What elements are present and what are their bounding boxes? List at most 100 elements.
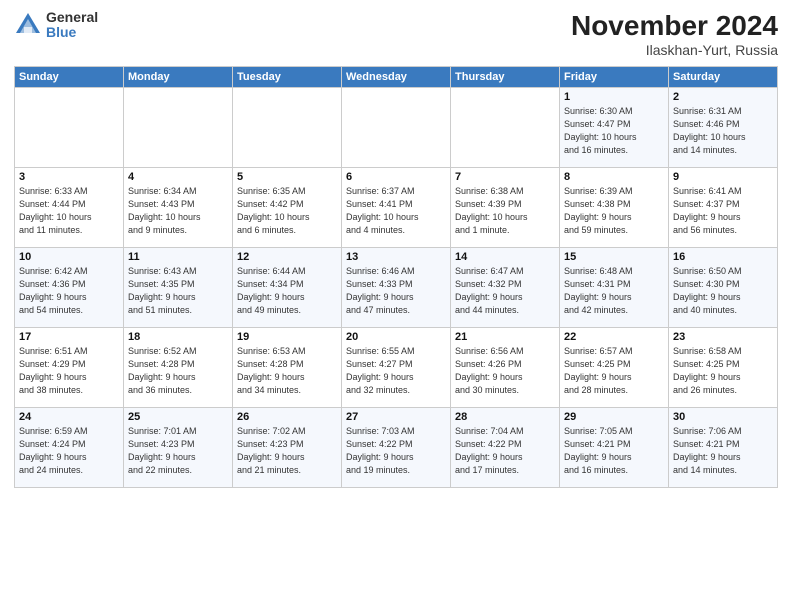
day-info: Sunrise: 6:57 AM Sunset: 4:25 PM Dayligh…	[564, 345, 664, 397]
day-number: 13	[346, 251, 446, 263]
day-info: Sunrise: 6:50 AM Sunset: 4:30 PM Dayligh…	[673, 265, 773, 317]
calendar-cell: 17 Sunrise: 6:51 AM Sunset: 4:29 PM Dayli…	[15, 328, 124, 408]
calendar-cell: 24 Sunrise: 6:59 AM Sunset: 4:24 PM Dayli…	[15, 408, 124, 488]
header-friday: Friday	[560, 67, 669, 88]
day-number: 26	[237, 411, 337, 423]
page: General Blue November 2024 Ilaskhan-Yurt…	[0, 0, 792, 612]
calendar-cell: 6 Sunrise: 6:37 AM Sunset: 4:41 PM Daylig…	[342, 168, 451, 248]
day-info: Sunrise: 7:02 AM Sunset: 4:23 PM Dayligh…	[237, 425, 337, 477]
day-number: 24	[19, 411, 119, 423]
header: General Blue November 2024 Ilaskhan-Yurt…	[14, 10, 778, 58]
day-info: Sunrise: 6:56 AM Sunset: 4:26 PM Dayligh…	[455, 345, 555, 397]
day-number: 30	[673, 411, 773, 423]
day-number: 1	[564, 91, 664, 103]
day-number: 19	[237, 331, 337, 343]
day-info: Sunrise: 7:04 AM Sunset: 4:22 PM Dayligh…	[455, 425, 555, 477]
title-block: November 2024 Ilaskhan-Yurt, Russia	[571, 10, 778, 58]
day-info: Sunrise: 6:34 AM Sunset: 4:43 PM Dayligh…	[128, 185, 228, 237]
calendar-cell: 16 Sunrise: 6:50 AM Sunset: 4:30 PM Dayli…	[669, 248, 778, 328]
calendar-cell: 28 Sunrise: 7:04 AM Sunset: 4:22 PM Dayli…	[451, 408, 560, 488]
day-number: 5	[237, 171, 337, 183]
day-number: 23	[673, 331, 773, 343]
day-number: 6	[346, 171, 446, 183]
day-info: Sunrise: 6:33 AM Sunset: 4:44 PM Dayligh…	[19, 185, 119, 237]
calendar-cell: 9Sunrise: 6:41 AM Sunset: 4:37 PM Daylig…	[669, 168, 778, 248]
day-number: 12	[237, 251, 337, 263]
header-saturday: Saturday	[669, 67, 778, 88]
day-info: Sunrise: 6:47 AM Sunset: 4:32 PM Dayligh…	[455, 265, 555, 317]
calendar-cell: 23Sunrise: 6:58 AM Sunset: 4:25 PM Dayli…	[669, 328, 778, 408]
day-number: 25	[128, 411, 228, 423]
calendar-cell: 25 Sunrise: 7:01 AM Sunset: 4:23 PM Dayli…	[124, 408, 233, 488]
calendar-cell	[342, 88, 451, 168]
day-info: Sunrise: 7:03 AM Sunset: 4:22 PM Dayligh…	[346, 425, 446, 477]
logo-blue-text: Blue	[46, 25, 98, 40]
day-info: Sunrise: 6:55 AM Sunset: 4:27 PM Dayligh…	[346, 345, 446, 397]
day-info: Sunrise: 6:52 AM Sunset: 4:28 PM Dayligh…	[128, 345, 228, 397]
day-info: Sunrise: 6:31 AM Sunset: 4:46 PM Dayligh…	[673, 105, 773, 157]
location-subtitle: Ilaskhan-Yurt, Russia	[571, 42, 778, 58]
day-number: 22	[564, 331, 664, 343]
header-monday: Monday	[124, 67, 233, 88]
day-number: 11	[128, 251, 228, 263]
day-info: Sunrise: 6:39 AM Sunset: 4:38 PM Dayligh…	[564, 185, 664, 237]
calendar-cell: 19Sunrise: 6:53 AM Sunset: 4:28 PM Dayli…	[233, 328, 342, 408]
day-number: 27	[346, 411, 446, 423]
calendar-week-3: 10 Sunrise: 6:42 AM Sunset: 4:36 PM Dayli…	[15, 248, 778, 328]
calendar-week-5: 24 Sunrise: 6:59 AM Sunset: 4:24 PM Dayli…	[15, 408, 778, 488]
calendar-cell: 13 Sunrise: 6:46 AM Sunset: 4:33 PM Dayli…	[342, 248, 451, 328]
calendar-cell: 3 Sunrise: 6:33 AM Sunset: 4:44 PM Daylig…	[15, 168, 124, 248]
logo-general-text: General	[46, 10, 98, 25]
header-wednesday: Wednesday	[342, 67, 451, 88]
day-number: 8	[564, 171, 664, 183]
day-number: 29	[564, 411, 664, 423]
logo: General Blue	[14, 10, 98, 41]
logo-text: General Blue	[46, 10, 98, 41]
calendar-cell: 26 Sunrise: 7:02 AM Sunset: 4:23 PM Dayli…	[233, 408, 342, 488]
calendar-week-2: 3 Sunrise: 6:33 AM Sunset: 4:44 PM Daylig…	[15, 168, 778, 248]
day-info: Sunrise: 6:38 AM Sunset: 4:39 PM Dayligh…	[455, 185, 555, 237]
day-number: 17	[19, 331, 119, 343]
calendar-cell: 15Sunrise: 6:48 AM Sunset: 4:31 PM Dayli…	[560, 248, 669, 328]
day-number: 18	[128, 331, 228, 343]
calendar-cell: 8 Sunrise: 6:39 AM Sunset: 4:38 PM Daylig…	[560, 168, 669, 248]
calendar-cell: 27 Sunrise: 7:03 AM Sunset: 4:22 PM Dayli…	[342, 408, 451, 488]
day-info: Sunrise: 6:43 AM Sunset: 4:35 PM Dayligh…	[128, 265, 228, 317]
day-number: 28	[455, 411, 555, 423]
day-number: 14	[455, 251, 555, 263]
calendar-cell	[233, 88, 342, 168]
day-number: 16	[673, 251, 773, 263]
day-info: Sunrise: 6:48 AM Sunset: 4:31 PM Dayligh…	[564, 265, 664, 317]
day-info: Sunrise: 6:42 AM Sunset: 4:36 PM Dayligh…	[19, 265, 119, 317]
day-info: Sunrise: 6:59 AM Sunset: 4:24 PM Dayligh…	[19, 425, 119, 477]
calendar-cell: 4Sunrise: 6:34 AM Sunset: 4:43 PM Daylig…	[124, 168, 233, 248]
calendar-cell: 29 Sunrise: 7:05 AM Sunset: 4:21 PM Dayli…	[560, 408, 669, 488]
day-number: 21	[455, 331, 555, 343]
calendar-cell: 20Sunrise: 6:55 AM Sunset: 4:27 PM Dayli…	[342, 328, 451, 408]
day-info: Sunrise: 6:37 AM Sunset: 4:41 PM Dayligh…	[346, 185, 446, 237]
calendar-cell: 2Sunrise: 6:31 AM Sunset: 4:46 PM Daylig…	[669, 88, 778, 168]
calendar-cell	[451, 88, 560, 168]
day-info: Sunrise: 7:01 AM Sunset: 4:23 PM Dayligh…	[128, 425, 228, 477]
calendar-cell: 21 Sunrise: 6:56 AM Sunset: 4:26 PM Dayli…	[451, 328, 560, 408]
day-info: Sunrise: 7:05 AM Sunset: 4:21 PM Dayligh…	[564, 425, 664, 477]
day-info: Sunrise: 6:51 AM Sunset: 4:29 PM Dayligh…	[19, 345, 119, 397]
day-number: 7	[455, 171, 555, 183]
day-info: Sunrise: 6:35 AM Sunset: 4:42 PM Dayligh…	[237, 185, 337, 237]
header-thursday: Thursday	[451, 67, 560, 88]
calendar-cell: 10 Sunrise: 6:42 AM Sunset: 4:36 PM Dayli…	[15, 248, 124, 328]
calendar-week-1: 1Sunrise: 6:30 AM Sunset: 4:47 PM Daylig…	[15, 88, 778, 168]
day-number: 9	[673, 171, 773, 183]
calendar-table: Sunday Monday Tuesday Wednesday Thursday…	[14, 66, 778, 488]
day-info: Sunrise: 6:46 AM Sunset: 4:33 PM Dayligh…	[346, 265, 446, 317]
month-title: November 2024	[571, 10, 778, 42]
calendar-cell	[124, 88, 233, 168]
day-number: 3	[19, 171, 119, 183]
calendar-cell: 30Sunrise: 7:06 AM Sunset: 4:21 PM Dayli…	[669, 408, 778, 488]
calendar-header-row: Sunday Monday Tuesday Wednesday Thursday…	[15, 67, 778, 88]
calendar-cell: 7 Sunrise: 6:38 AM Sunset: 4:39 PM Daylig…	[451, 168, 560, 248]
calendar-cell: 5 Sunrise: 6:35 AM Sunset: 4:42 PM Daylig…	[233, 168, 342, 248]
day-number: 10	[19, 251, 119, 263]
calendar-cell: 11 Sunrise: 6:43 AM Sunset: 4:35 PM Dayli…	[124, 248, 233, 328]
calendar-cell: 18 Sunrise: 6:52 AM Sunset: 4:28 PM Dayli…	[124, 328, 233, 408]
